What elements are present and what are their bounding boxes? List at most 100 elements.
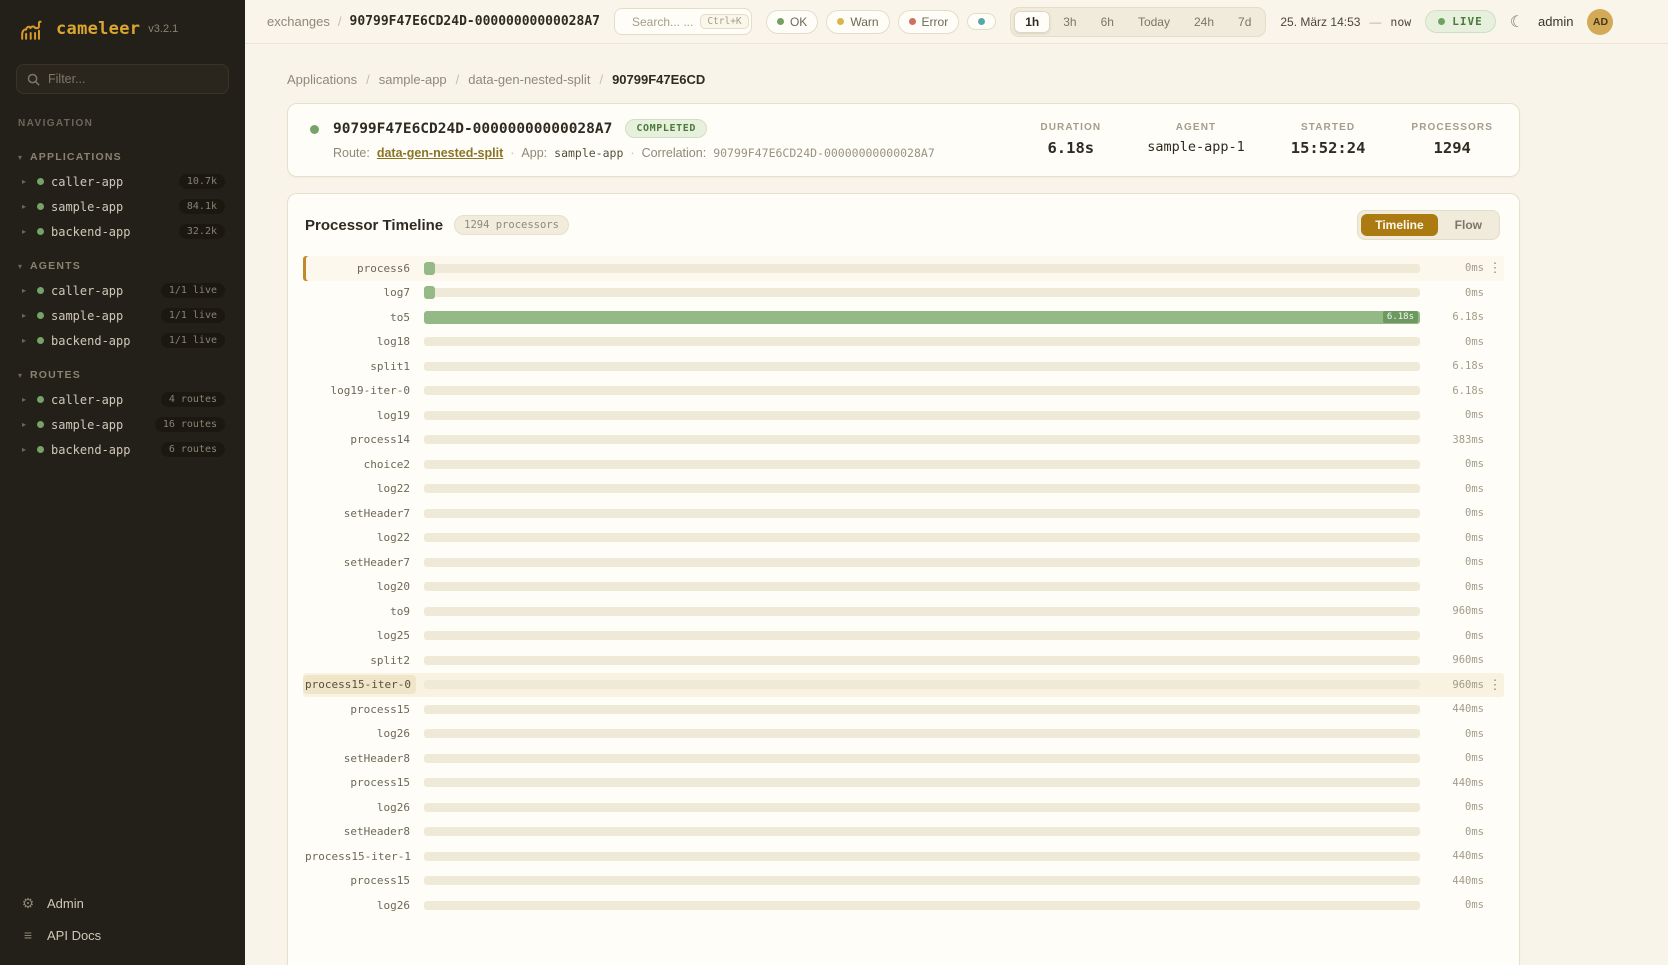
sidebar-item-agent[interactable]: ▸ backend-app 1/1 live <box>16 328 229 353</box>
breadcrumb-separator: / <box>366 72 370 87</box>
global-search[interactable]: Search... ... Ctrl+K <box>614 8 752 35</box>
timeline-row[interactable]: log19 0ms ⋮ <box>303 403 1504 428</box>
timeline-row[interactable]: log26 0ms ⋮ <box>303 893 1504 918</box>
processor-label: log26 <box>303 798 416 817</box>
route-link[interactable]: data-gen-nested-split <box>377 146 503 160</box>
row-duration: 440ms <box>1430 850 1484 862</box>
timeline-row[interactable]: setHeader8 0ms ⋮ <box>303 820 1504 845</box>
item-label: caller-app <box>51 175 123 189</box>
date-range[interactable]: 25. März 14:53 — now <box>1280 15 1411 29</box>
chevron-right-icon: ▸ <box>22 177 30 186</box>
stat-label: AGENT <box>1147 122 1245 133</box>
dark-mode-toggle-icon[interactable]: ☾ <box>1510 12 1524 32</box>
processor-label: log26 <box>303 724 416 743</box>
timeline-row[interactable]: log7 0ms ⋮ <box>303 281 1504 306</box>
status-filter-chip[interactable] <box>967 13 996 30</box>
section-header-routes[interactable]: ▾ ROUTES <box>18 369 227 381</box>
filter-input[interactable] <box>48 72 218 86</box>
timeline-row[interactable]: log22 0ms ⋮ <box>303 526 1504 551</box>
timeline-row[interactable]: process15-iter-0 960ms ⋮ <box>303 673 1504 698</box>
timeline-row[interactable]: split2 960ms ⋮ <box>303 648 1504 673</box>
status-dot <box>37 446 44 453</box>
avatar[interactable]: AD <box>1587 9 1613 35</box>
app-version: v3.2.1 <box>148 23 178 35</box>
timeline-row[interactable]: choice2 0ms ⋮ <box>303 452 1504 477</box>
sidebar-item-application[interactable]: ▸ backend-app 32.2k <box>16 219 229 244</box>
time-range-button[interactable]: 6h <box>1090 11 1125 33</box>
view-toggle: Timeline Flow <box>1357 210 1500 240</box>
timeline-row[interactable]: log22 0ms ⋮ <box>303 477 1504 502</box>
breadcrumb: exchanges / 90799F47E6CD24D-000000000000… <box>267 14 600 29</box>
sidebar-item-route[interactable]: ▸ caller-app 4 routes <box>16 387 229 412</box>
stat-value: sample-app-1 <box>1147 139 1245 155</box>
timeline-track <box>424 852 1420 861</box>
section-header-applications[interactable]: ▾ APPLICATIONS <box>18 151 227 163</box>
chevron-down-icon: ▾ <box>18 371 22 380</box>
view-toggle-button[interactable]: Flow <box>1441 214 1496 236</box>
chevron-right-icon: ▸ <box>22 311 30 320</box>
status-filter-chip[interactable]: Warn <box>826 10 889 34</box>
timeline-row[interactable]: process15 440ms ⋮ <box>303 869 1504 894</box>
timeline-row[interactable]: to9 960ms ⋮ <box>303 599 1504 624</box>
timeline-row[interactable]: process15-iter-1 440ms ⋮ <box>303 844 1504 869</box>
sidebar-filter[interactable] <box>16 64 229 94</box>
sidebar-item-agent[interactable]: ▸ caller-app 1/1 live <box>16 278 229 303</box>
sidebar-item-route[interactable]: ▸ backend-app 6 routes <box>16 437 229 462</box>
footer-label: API Docs <box>47 928 101 943</box>
timeline-row[interactable]: log19-iter-0 6.18s ⋮ <box>303 379 1504 404</box>
timeline-row[interactable]: log26 0ms ⋮ <box>303 722 1504 747</box>
status-dot <box>777 18 784 25</box>
timeline-track <box>424 362 1420 371</box>
status-dot <box>37 203 44 210</box>
kebab-menu-icon[interactable]: ⋮ <box>1486 260 1504 276</box>
breadcrumb-exchanges[interactable]: exchanges <box>267 14 330 29</box>
timeline-row[interactable]: setHeader7 0ms ⋮ <box>303 550 1504 575</box>
timeline-row[interactable]: log25 0ms ⋮ <box>303 624 1504 649</box>
sidebar-item-application[interactable]: ▸ caller-app 10.7k <box>16 169 229 194</box>
timeline-row[interactable]: process15 440ms ⋮ <box>303 771 1504 796</box>
timeline-track <box>424 901 1420 910</box>
timeline-row[interactable]: log26 0ms ⋮ <box>303 795 1504 820</box>
timeline-track <box>424 827 1420 836</box>
search-placeholder: Search... ... <box>632 15 693 29</box>
timeline-row[interactable]: log18 0ms ⋮ <box>303 330 1504 355</box>
section-header-agents[interactable]: ▾ AGENTS <box>18 260 227 272</box>
row-duration: 0ms <box>1430 899 1484 911</box>
status-filter-chip[interactable]: OK <box>766 10 818 34</box>
timeline-row[interactable]: process15 440ms ⋮ <box>303 697 1504 722</box>
breadcrumb-sample-app[interactable]: sample-app <box>379 72 447 87</box>
time-range-button[interactable]: 3h <box>1052 11 1087 33</box>
processor-label: process15 <box>303 871 416 890</box>
live-badge[interactable]: LIVE <box>1425 10 1496 33</box>
timeline-track <box>424 386 1420 395</box>
kebab-menu-icon[interactable]: ⋮ <box>1486 677 1504 693</box>
timeline-row[interactable]: split1 6.18s ⋮ <box>303 354 1504 379</box>
breadcrumb-applications[interactable]: Applications <box>287 72 357 87</box>
chevron-right-icon: ▸ <box>22 336 30 345</box>
sidebar-item-agent[interactable]: ▸ sample-app 1/1 live <box>16 303 229 328</box>
timeline-row[interactable]: setHeader7 0ms ⋮ <box>303 501 1504 526</box>
admin-link[interactable]: ⚙ Admin <box>20 895 225 912</box>
time-range-button[interactable]: 24h <box>1183 11 1225 33</box>
timeline-track <box>424 337 1420 346</box>
status-filter-chip[interactable]: Error <box>898 10 960 34</box>
timeline-row[interactable]: setHeader8 0ms ⋮ <box>303 746 1504 771</box>
stat-value: 15:52:24 <box>1291 139 1366 157</box>
view-toggle-button[interactable]: Timeline <box>1361 214 1437 236</box>
item-count-badge: 32.2k <box>179 224 225 239</box>
timeline-row[interactable]: process14 383ms ⋮ <box>303 428 1504 453</box>
sidebar-item-route[interactable]: ▸ sample-app 16 routes <box>16 412 229 437</box>
status-dot <box>978 18 985 25</box>
processor-label: process15-iter-0 <box>303 675 416 694</box>
timeline-row[interactable]: to5 6.18s 6.18s ⋮ <box>303 305 1504 330</box>
timeline-row[interactable]: log20 0ms ⋮ <box>303 575 1504 600</box>
time-range-button[interactable]: Today <box>1127 11 1181 33</box>
time-range-button[interactable]: 1h <box>1014 11 1050 33</box>
sidebar-item-application[interactable]: ▸ sample-app 84.1k <box>16 194 229 219</box>
chevron-right-icon: ▸ <box>22 445 30 454</box>
api-docs-link[interactable]: ≡ API Docs <box>20 927 225 943</box>
timeline-bar: 6.18s <box>424 311 1420 324</box>
breadcrumb-route[interactable]: data-gen-nested-split <box>468 72 590 87</box>
timeline-row[interactable]: process6 0ms ⋮ <box>303 256 1504 281</box>
time-range-button[interactable]: 7d <box>1227 11 1262 33</box>
